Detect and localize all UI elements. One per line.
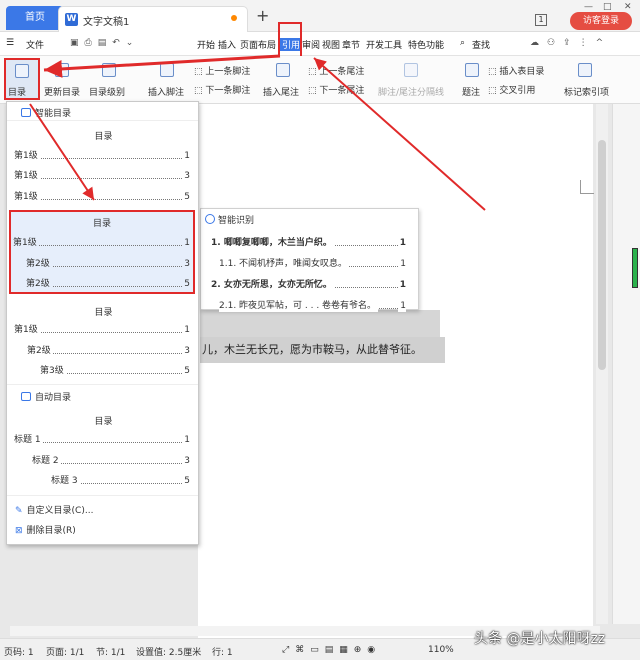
view-mode-icons[interactable]: ⤢⌘▭▤▦⊕◉ xyxy=(282,645,381,655)
watermark-text: 头条 @是小太阳呀zz xyxy=(474,631,606,647)
status-page: 页码: 1 xyxy=(4,648,34,658)
arrow-to-toc-button xyxy=(43,54,281,78)
annotation-arrows xyxy=(29,54,486,211)
zoom-level[interactable]: 110% xyxy=(428,645,454,655)
status-row: 行: 1 xyxy=(212,648,233,658)
status-section: 节: 1/1 xyxy=(96,648,126,658)
status-pages: 页面: 1/1 xyxy=(46,648,85,658)
status-setting: 设置值: 2.5厘米 xyxy=(136,648,202,658)
arrow-to-toc-option xyxy=(29,103,95,201)
arrow-to-references-tab xyxy=(313,57,486,211)
